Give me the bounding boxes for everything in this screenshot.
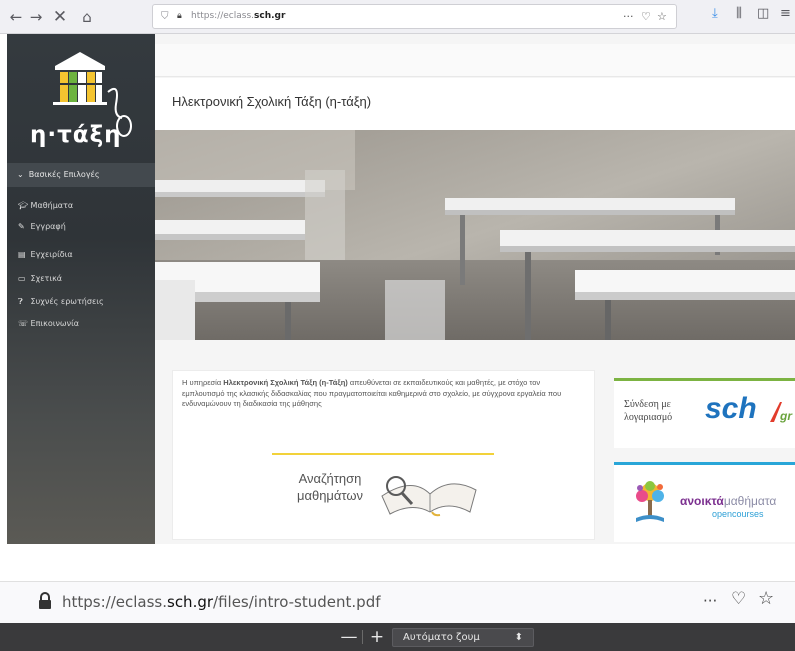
sidebar-item-label: Επικοινωνία: [30, 319, 80, 328]
question-circle-icon: ❓︎: [18, 297, 23, 306]
pdf-url-text[interactable]: https://eclass.sch.gr/files/intro-studen…: [62, 593, 381, 611]
bookmark-star-icon[interactable]: ☆: [657, 5, 667, 28]
sch-login-line1: Σύνδεση με: [624, 399, 671, 410]
opencourses-tree-icon: [636, 481, 664, 522]
top-strip: [155, 44, 795, 77]
menu-header-label: Βασικές Επιλογές: [28, 170, 100, 179]
opencourses-bold: ανοικτά: [680, 494, 724, 508]
lock-icon: 🔒︎: [177, 11, 182, 21]
sidebar-item-courses[interactable]: 🎓︎ Μαθήματα: [18, 201, 73, 215]
url-prefix: https://eclass.: [62, 593, 167, 611]
graduation-cap-icon: 🎓︎: [18, 201, 29, 210]
intro-text: Η υπηρεσία Ηλεκτρονική Σχολική Τάξη (η-Τ…: [182, 378, 582, 410]
forward-icon[interactable]: →: [26, 7, 46, 27]
page-actions-icon[interactable]: ···: [703, 592, 717, 610]
url-domain: sch.gr: [167, 593, 214, 611]
select-arrow-icon: ⬍: [514, 632, 523, 643]
opencourses-subtitle: opencourses: [712, 509, 764, 519]
svg-text:gr: gr: [779, 409, 793, 423]
sidebar-item-label: Συχνές ερωτήσεις: [30, 297, 104, 306]
sidebar-item-label: Μαθήματα: [30, 201, 74, 210]
lock-icon: [39, 592, 51, 609]
shield-icon: ⛉: [161, 11, 169, 22]
menu-header[interactable]: ⌄ Βασικές Επιλογές: [7, 163, 155, 187]
edit-icon: ✎: [18, 222, 25, 231]
sidebar-item-register[interactable]: ✎ Εγγραφή: [18, 222, 66, 236]
back-icon[interactable]: ←: [6, 7, 26, 27]
pocket-icon[interactable]: ♡: [731, 589, 746, 609]
sch-login-line2: λογαριασμό: [624, 412, 673, 423]
url-text: https://eclass.sch.gr: [191, 11, 286, 21]
home-icon[interactable]: ⌂: [77, 7, 97, 27]
library-icon[interactable]: ⫼: [736, 6, 742, 21]
sidebar-item-label: Εγγραφή: [30, 222, 66, 231]
chevron-down-icon: ⌄: [17, 170, 24, 179]
course-search-label[interactable]: Αναζήτηση μαθημάτων: [290, 470, 370, 504]
sch-logo: sch: [705, 392, 757, 425]
sidebar-item-label: Εγχειρίδια: [30, 250, 73, 259]
close-icon[interactable]: ✕: [50, 7, 70, 27]
sidebar-item-manuals[interactable]: ▤ Εγχειρίδια: [18, 250, 73, 264]
menu-icon[interactable]: ≡: [780, 6, 791, 21]
zoom-select[interactable]: Αυτόματο ζουμ ⬍: [392, 628, 534, 647]
intro-text-bold: Ηλεκτρονική Σχολική Τάξη (η-Τάξη): [223, 378, 348, 387]
sch-login-label[interactable]: Σύνδεση με λογαριασμό: [624, 398, 694, 424]
sch-gr-logo: gr: [770, 402, 793, 423]
sidebar-item-faq[interactable]: ❓︎ Συχνές ερωτήσεις: [18, 297, 104, 311]
opencourses-logo-text: ανοικτάμαθήματα: [680, 494, 776, 508]
intro-text-pre: Η υπηρεσία: [182, 378, 224, 387]
logo-text: η·τάξη: [30, 122, 122, 148]
opencourses-light: μαθήματα: [723, 494, 777, 508]
sidebar-item-about[interactable]: ▭ Σχετικά: [18, 274, 62, 288]
pocket-icon[interactable]: ♡: [641, 5, 651, 28]
phone-icon: ☏: [18, 319, 29, 328]
url-suffix: /files/intro-student.pdf: [213, 593, 381, 611]
sidebar-toggle-icon[interactable]: ◫: [757, 6, 769, 21]
sidebar-item-contact[interactable]: ☏ Επικοινωνία: [18, 319, 79, 333]
download-icon[interactable]: ⤓: [712, 6, 718, 21]
credit-card-icon: ▭: [18, 274, 26, 283]
bookmark-star-icon[interactable]: ☆: [758, 588, 774, 609]
zoom-in-button[interactable]: +: [366, 626, 388, 648]
zoom-out-button[interactable]: —: [338, 626, 360, 648]
toolbar-separator: [362, 630, 363, 644]
file-icon: ▤: [18, 250, 26, 259]
course-search-line1: Αναζήτηση: [298, 471, 362, 486]
book-magnifier-icon: [381, 476, 477, 517]
classroom-hero-image: [155, 130, 795, 340]
page-actions-icon[interactable]: ···: [623, 5, 634, 28]
course-search-line2: μαθημάτων: [296, 488, 364, 503]
zoom-select-value: Αυτόματο ζουμ: [403, 632, 480, 643]
sidebar-item-label: Σχετικά: [30, 274, 63, 283]
address-bar[interactable]: ⛉ 🔒︎ https://eclass.sch.gr ··· ♡ ☆: [152, 4, 677, 29]
page-title: Ηλεκτρονική Σχολική Τάξη (η-τάξη): [172, 94, 372, 109]
